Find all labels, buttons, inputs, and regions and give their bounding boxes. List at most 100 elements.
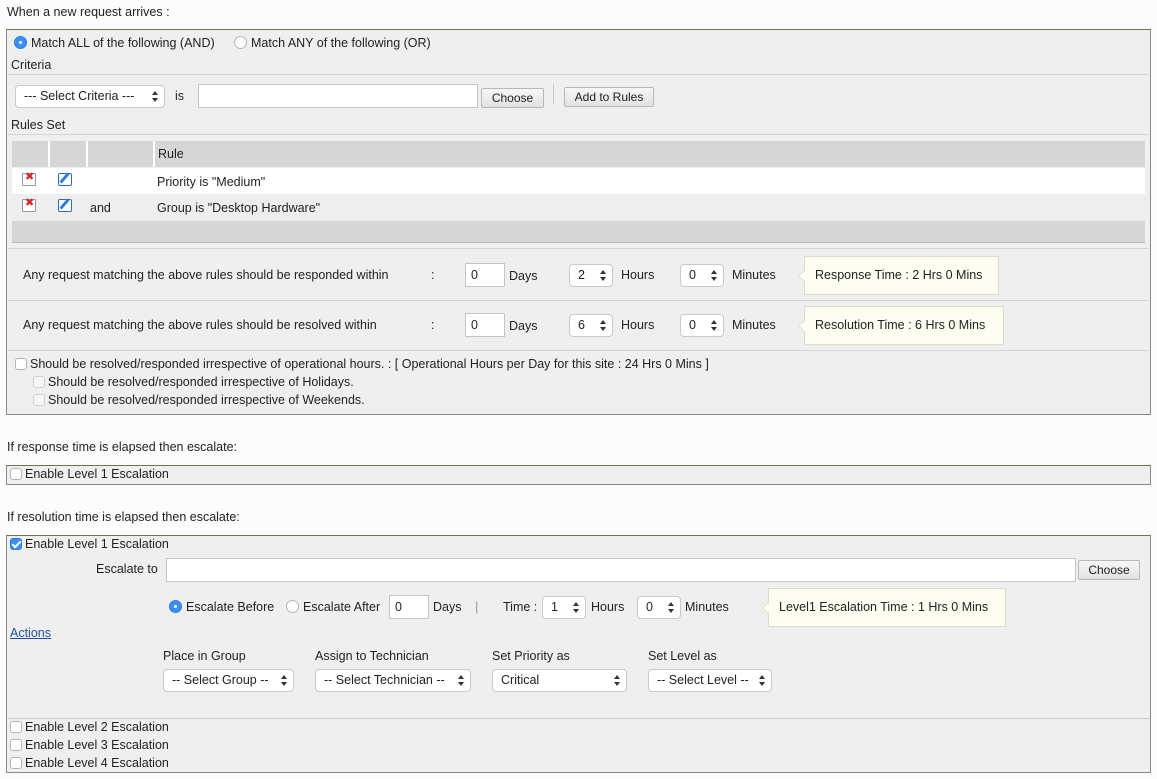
rule-text: Priority is "Medium" xyxy=(157,175,266,189)
delete-rule-icon[interactable] xyxy=(22,196,36,212)
rule-text: Group is "Desktop Hardware" xyxy=(157,201,321,215)
select-arrows-icon xyxy=(600,269,607,282)
request-section-heading: When a new request arrives : xyxy=(7,5,170,19)
checkbox-icon xyxy=(10,757,22,769)
resolve-days-input[interactable]: 0 xyxy=(465,313,505,337)
resolution-escalation-heading: If resolution time is elapsed then escal… xyxy=(7,510,240,524)
divider xyxy=(8,350,1149,351)
response-level1-checkbox[interactable]: Enable Level 1 Escalation xyxy=(10,467,169,481)
escalate-to-input[interactable] xyxy=(166,558,1076,582)
checkbox-icon xyxy=(10,721,22,733)
level4-label: Enable Level 4 Escalation xyxy=(25,756,169,770)
respond-hours-select[interactable]: 2 xyxy=(569,264,613,287)
resolve-minutes-select[interactable]: 0 xyxy=(680,314,724,337)
edit-rule-icon[interactable] xyxy=(58,199,72,212)
select-value: 0 xyxy=(689,318,696,332)
response-escalation-panel xyxy=(6,465,1151,485)
table-header-rule: Rule xyxy=(155,141,1145,167)
escalate-to-choose-button[interactable]: Choose xyxy=(1078,560,1140,580)
escalate-after-label: Escalate After xyxy=(303,600,381,614)
level-select[interactable]: -- Select Level -- xyxy=(648,669,772,692)
radio-unselected-icon xyxy=(286,600,299,613)
select-value: 6 xyxy=(578,318,585,332)
divider xyxy=(8,300,1149,301)
priority-select[interactable]: Critical xyxy=(492,669,627,692)
select-arrows-icon xyxy=(614,674,621,687)
divider xyxy=(8,134,1149,135)
criteria-choose-button[interactable]: Choose xyxy=(481,88,544,108)
table-row: and Group is "Desktop Hardware" xyxy=(12,194,1145,221)
respond-days-input[interactable]: 0 xyxy=(465,263,505,287)
days-label: Days xyxy=(433,600,462,614)
checkbox-icon xyxy=(33,376,45,388)
operational-hours-checkbox[interactable]: Should be resolved/responded irrespectiv… xyxy=(15,357,709,371)
select-arrows-icon xyxy=(759,674,766,687)
group-select[interactable]: -- Select Group -- xyxy=(163,669,294,692)
set-priority-label: Set Priority as xyxy=(492,649,570,663)
escalate-to-label: Escalate to xyxy=(96,562,158,576)
level3-checkbox[interactable]: Enable Level 3 Escalation xyxy=(10,738,169,752)
criteria-value-input[interactable] xyxy=(198,84,478,108)
select-arrows-icon xyxy=(668,601,675,614)
weekends-checkbox[interactable]: Should be resolved/responded irrespectiv… xyxy=(33,393,365,407)
minutes-label: Minutes xyxy=(685,600,729,614)
table-footer xyxy=(12,221,1145,243)
radio-selected-icon xyxy=(14,36,27,49)
divider xyxy=(8,718,1149,719)
days-label: Days xyxy=(509,319,538,333)
escalation-hours-select[interactable]: 1 xyxy=(542,596,586,619)
respond-minutes-select[interactable]: 0 xyxy=(680,264,724,287)
level1-label: Enable Level 1 Escalation xyxy=(25,467,169,481)
resolution-level1-checkbox[interactable]: Enable Level 1 Escalation xyxy=(10,537,169,551)
actions-link[interactable]: Actions xyxy=(10,626,51,640)
holidays-label: Should be resolved/responded irrespectiv… xyxy=(48,375,354,389)
technician-select[interactable]: -- Select Technician -- xyxy=(315,669,471,692)
criteria-select[interactable]: --- Select Criteria --- xyxy=(15,85,165,108)
is-label: is xyxy=(175,89,185,103)
match-all-label: Match ALL of the following (AND) xyxy=(31,36,215,50)
select-arrows-icon xyxy=(152,90,159,103)
escalate-before-radio[interactable]: Escalate Before xyxy=(169,600,274,614)
select-value: -- Select Technician -- xyxy=(324,673,445,687)
hours-label: Hours xyxy=(621,318,655,332)
set-level-label: Set Level as xyxy=(648,649,717,663)
rule-conjunction: and xyxy=(90,201,111,215)
criteria-select-value: --- Select Criteria --- xyxy=(24,89,135,103)
select-value: -- Select Level -- xyxy=(657,673,749,687)
escalation-minutes-select[interactable]: 0 xyxy=(637,596,681,619)
resolve-within-label: Any request matching the above rules sho… xyxy=(23,318,377,332)
select-arrows-icon xyxy=(458,674,465,687)
table-header-cell xyxy=(12,141,50,167)
checkbox-checked-icon xyxy=(10,538,22,550)
resolve-hours-select[interactable]: 6 xyxy=(569,314,613,337)
divider xyxy=(8,74,1149,75)
select-arrows-icon xyxy=(711,269,718,282)
rules-set-label: Rules Set xyxy=(11,118,66,132)
criteria-label: Criteria xyxy=(11,58,52,72)
add-to-rules-button[interactable]: Add to Rules xyxy=(564,87,654,107)
holidays-checkbox[interactable]: Should be resolved/responded irrespectiv… xyxy=(33,375,354,389)
table-header-cell xyxy=(50,141,88,167)
checkbox-icon xyxy=(15,358,27,370)
escalate-before-label: Escalate Before xyxy=(186,600,275,614)
separator xyxy=(553,84,554,104)
select-arrows-icon xyxy=(573,601,580,614)
delete-rule-icon[interactable] xyxy=(22,170,36,186)
assign-technician-label: Assign to Technician xyxy=(315,649,429,663)
match-any-radio[interactable]: Match ANY of the following (OR) xyxy=(234,36,431,50)
select-value: -- Select Group -- xyxy=(172,673,269,687)
escalate-after-radio[interactable]: Escalate After xyxy=(286,600,380,614)
radio-unselected-icon xyxy=(234,36,247,49)
separator: | xyxy=(475,600,479,614)
colon: : xyxy=(431,268,435,282)
escalation-days-input[interactable]: 0 xyxy=(389,595,429,619)
days-label: Days xyxy=(509,269,538,283)
level3-label: Enable Level 3 Escalation xyxy=(25,738,169,752)
edit-rule-icon[interactable] xyxy=(58,173,72,186)
colon: : xyxy=(431,318,435,332)
select-value: 0 xyxy=(646,600,653,614)
match-all-radio[interactable]: Match ALL of the following (AND) xyxy=(14,36,215,50)
level2-checkbox[interactable]: Enable Level 2 Escalation xyxy=(10,720,169,734)
select-arrows-icon xyxy=(281,674,288,687)
level4-checkbox[interactable]: Enable Level 4 Escalation xyxy=(10,756,169,770)
